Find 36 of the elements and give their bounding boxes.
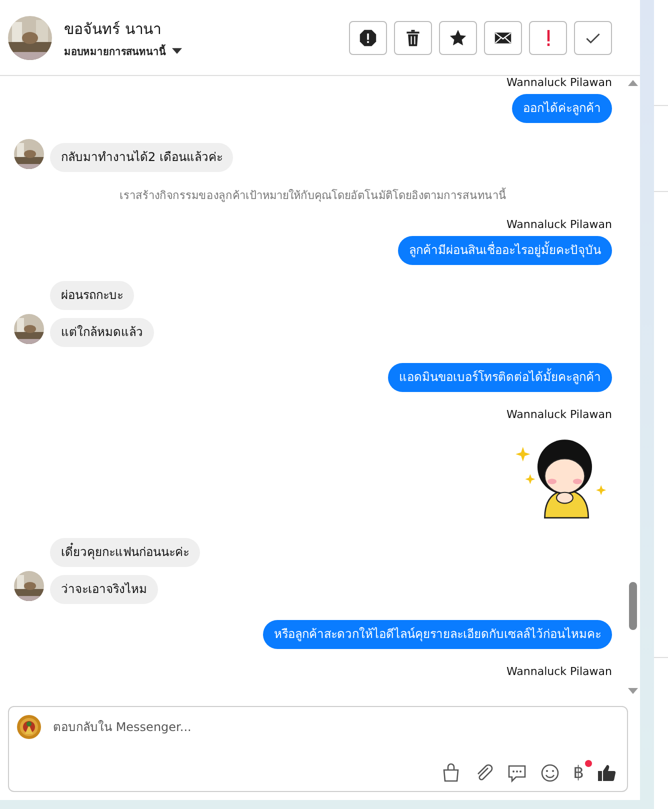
scroll-down-icon[interactable] — [628, 688, 638, 694]
sender-name: Wannaluck Pilawan — [506, 218, 612, 232]
payment-button[interactable]: ฿ — [573, 763, 584, 783]
received-message: ว่าจะเอาจริงไหม — [50, 575, 158, 604]
star-button[interactable] — [439, 20, 477, 54]
page-avatar-icon — [17, 715, 41, 739]
sent-message: ลูกค้ามีผ่อนสินเชื่ออะไรอยู่มั้ยคะปัจุบัน — [398, 236, 612, 265]
mail-button[interactable] — [484, 20, 522, 54]
shopping-bag-icon[interactable] — [441, 763, 462, 783]
trash-icon — [404, 28, 422, 46]
sender-name: Wannaluck Pilawan — [506, 665, 612, 679]
sent-message: แอดมินขอเบอร์โทรติดต่อได้มั้ยคะลูกค้า — [388, 363, 612, 392]
thumbs-up-icon[interactable] — [597, 763, 617, 783]
assign-label[interactable]: มอบหมายการสนทนานี้ — [64, 44, 166, 58]
alert-button[interactable] — [529, 20, 567, 54]
received-message: แต่ใกล้หมดแล้ว — [50, 318, 154, 347]
received-message: ผ่อนรถกะบะ — [50, 281, 134, 310]
received-message: กลับมาทำงานได้2 เดือนแล้วค่ะ — [50, 143, 234, 172]
sender-name: Wannaluck Pilawan — [506, 408, 612, 422]
scrollbar-thumb[interactable] — [629, 582, 637, 630]
chat-icon[interactable] — [507, 763, 528, 783]
contact-name: ขอจันทร์ นานา — [64, 18, 162, 40]
report-button[interactable] — [349, 20, 387, 54]
emoji-icon[interactable] — [540, 763, 560, 783]
received-message: เดี๋ยวคุยกะแฟนก่อนนะค่ะ — [50, 538, 200, 567]
star-icon — [449, 28, 467, 46]
system-notice: เราสร้างกิจกรรมของลูกค้าเป้าหมายให้กับคุณโดยอัตโนมัติโดยอิงตามการสนทนานี้ — [120, 186, 506, 204]
delete-button[interactable] — [394, 20, 432, 54]
sent-message: ออกได้ค่ะลูกค้า — [512, 94, 612, 123]
exclamation-icon — [546, 30, 550, 46]
caret-icon[interactable] — [172, 48, 182, 54]
reply-field[interactable]: ตอบกลับใน Messenger... ฿ — [8, 706, 628, 792]
scroll-up-icon[interactable] — [628, 80, 638, 86]
sent-message: หรือลูกค้าสะดวกให้ไอดีไลน์คุยรายละเอียดกับเซลล์ไว้ก่อนไหมคะ — [263, 620, 612, 649]
exclamation-octagon-icon — [359, 28, 377, 46]
sender-name: Wannaluck Pilawan — [506, 76, 612, 90]
